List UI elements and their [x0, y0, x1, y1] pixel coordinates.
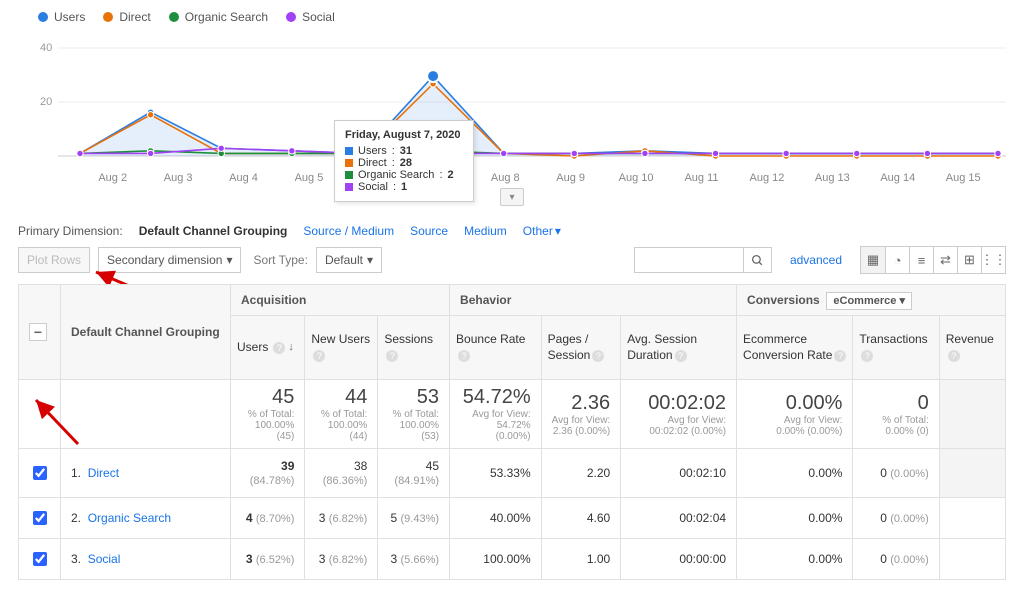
collapse-handle-icon[interactable]: ▾: [500, 188, 524, 206]
legend-users[interactable]: Users: [38, 10, 85, 24]
table-row: 3. Social 3 (6.52%) 3 (6.82%) 3 (5.66%) …: [19, 539, 1006, 580]
help-icon[interactable]: ?: [675, 350, 687, 362]
chevron-down-icon: ▾: [367, 253, 373, 267]
totals-row: 45% of Total:100.00% (45) 44% of Total:1…: [19, 380, 1006, 449]
row-link[interactable]: Direct: [88, 466, 119, 480]
help-icon[interactable]: ?: [592, 350, 604, 362]
legend-organic[interactable]: Organic Search: [169, 10, 268, 24]
dim-source[interactable]: Source: [410, 224, 448, 238]
help-icon[interactable]: ?: [861, 350, 873, 362]
chart-svg: [18, 30, 1006, 160]
chart-tooltip: Friday, August 7, 2020 Users: 31 Direct:…: [334, 120, 474, 202]
line-chart[interactable]: 40 20 Friday, August 7, 2020 Users: 31 D…: [18, 30, 1006, 162]
col-dur[interactable]: Avg. Session Duration?: [621, 316, 737, 380]
view-table-icon[interactable]: ▦: [861, 247, 885, 273]
view-switcher: ▦ ◔ ≡ ⇄ ⊞ ⋮⋮: [860, 246, 1006, 274]
row-checkbox[interactable]: [33, 466, 47, 480]
y-tick-40: 40: [40, 42, 52, 54]
view-pie-icon[interactable]: ◔: [885, 247, 909, 273]
chart-legend: Users Direct Organic Search Social: [18, 10, 1006, 24]
col-dimension[interactable]: Default Channel Grouping: [61, 285, 231, 380]
help-icon[interactable]: ?: [458, 350, 470, 362]
help-icon[interactable]: ?: [273, 342, 285, 354]
dimension-active[interactable]: Default Channel Grouping: [139, 224, 288, 238]
sort-label: Sort Type:: [253, 253, 307, 267]
col-ecr[interactable]: Ecommerce Conversion Rate?: [737, 316, 853, 380]
dim-other[interactable]: Other▾: [523, 224, 561, 238]
search-icon: [751, 254, 764, 267]
col-pps[interactable]: Pages / Session?: [541, 316, 621, 380]
table-row: 2. Organic Search 4 (8.70%) 3 (6.82%) 5 …: [19, 498, 1006, 539]
sort-down-icon: ↓: [288, 340, 294, 354]
dimension-bar: Primary Dimension: Default Channel Group…: [18, 224, 1006, 238]
chevron-down-icon: ▾: [555, 224, 561, 238]
y-tick-20: 20: [40, 96, 52, 108]
sort-type-button[interactable]: Default▾: [316, 247, 382, 273]
secondary-dimension-button[interactable]: Secondary dimension▾: [98, 247, 241, 273]
table-search: [634, 247, 772, 273]
group-behavior: Behavior: [450, 285, 737, 316]
legend-social[interactable]: Social: [286, 10, 335, 24]
row-link[interactable]: Social: [88, 552, 121, 566]
search-button[interactable]: [744, 247, 772, 273]
col-bounce[interactable]: Bounce Rate?: [450, 316, 542, 380]
advanced-link[interactable]: advanced: [790, 253, 842, 267]
x-axis: Aug 2Aug 3Aug 4Aug 5Aug 6Aug 7Aug 8Aug 9…: [18, 172, 1006, 184]
row-link[interactable]: Organic Search: [88, 511, 171, 525]
collapse-button[interactable]: −: [29, 323, 47, 341]
tooltip-title: Friday, August 7, 2020: [345, 129, 463, 141]
legend-direct[interactable]: Direct: [103, 10, 150, 24]
group-acquisition: Acquisition: [231, 285, 450, 316]
row-checkbox[interactable]: [33, 552, 47, 566]
dim-medium[interactable]: Medium: [464, 224, 507, 238]
help-icon[interactable]: ?: [834, 350, 846, 362]
col-rev[interactable]: Revenue?: [939, 316, 1005, 380]
plot-rows-button[interactable]: Plot Rows: [18, 247, 90, 273]
group-conversions: Conversions eCommerce ▾: [737, 285, 1006, 316]
data-table: − Default Channel Grouping Acquisition B…: [18, 284, 1006, 580]
row-checkbox[interactable]: [33, 511, 47, 525]
help-icon[interactable]: ?: [313, 350, 325, 362]
conversions-select[interactable]: eCommerce ▾: [826, 292, 912, 310]
col-sessions[interactable]: Sessions?: [378, 316, 450, 380]
help-icon[interactable]: ?: [386, 350, 398, 362]
dimension-label: Primary Dimension:: [18, 224, 123, 238]
chevron-down-icon: ▾: [226, 253, 232, 267]
search-input[interactable]: [634, 247, 744, 273]
view-pivot-icon[interactable]: ⊞: [957, 247, 981, 273]
table-row: 1. Direct 39 (84.78%) 38 (86.36%) 45 (84…: [19, 449, 1006, 498]
dim-source-medium[interactable]: Source / Medium: [303, 224, 394, 238]
col-users[interactable]: Users?↓: [231, 316, 305, 380]
view-compare-icon[interactable]: ⇄: [933, 247, 957, 273]
view-bars-icon[interactable]: ≡: [909, 247, 933, 273]
col-trans[interactable]: Transactions?: [853, 316, 939, 380]
view-cloud-icon[interactable]: ⋮⋮: [981, 247, 1005, 273]
table-toolbar: Plot Rows Secondary dimension▾ Sort Type…: [18, 246, 1006, 274]
help-icon[interactable]: ?: [948, 350, 960, 362]
col-new-users[interactable]: New Users?: [305, 316, 378, 380]
